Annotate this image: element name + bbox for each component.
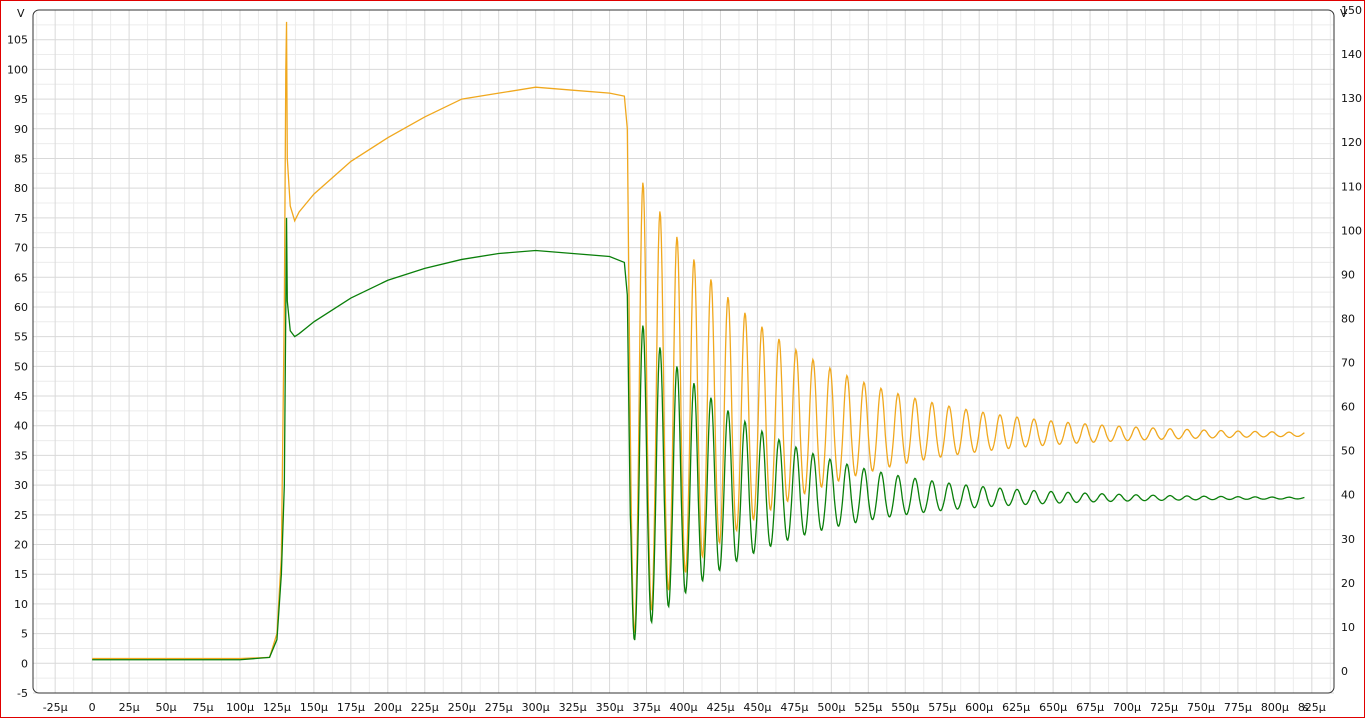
y-left-tick-label: 30 [14, 479, 28, 492]
x-tick-label: 400µ [670, 701, 698, 714]
x-tick-label: 75µ [193, 701, 214, 714]
y-right-tick-label: 100 [1341, 224, 1362, 237]
x-tick-label: 25µ [119, 701, 140, 714]
x-tick-label: 775µ [1224, 701, 1252, 714]
x-tick-label: 450µ [743, 701, 771, 714]
y-right-tick-label: 20 [1341, 577, 1355, 590]
x-tick-label: 800µ [1261, 701, 1289, 714]
x-tick-label: 650µ [1039, 701, 1067, 714]
x-tick-label: 725µ [1150, 701, 1178, 714]
x-tick-label: 225µ [411, 701, 439, 714]
x-tick-label: 300µ [522, 701, 550, 714]
x-tick-label: 625µ [1002, 701, 1030, 714]
y-right-tick-labels: 0102030405060708090100110120130140150 [1341, 4, 1362, 678]
x-tick-label: 175µ [337, 701, 365, 714]
x-tick-label: 500µ [817, 701, 845, 714]
x-tick-label: 275µ [485, 701, 513, 714]
y-left-tick-label: 50 [14, 360, 28, 373]
y-left-tick-label: 25 [14, 509, 28, 522]
y-left-tick-label: 60 [14, 301, 28, 314]
x-tick-label: 200µ [374, 701, 402, 714]
right-axis-unit: V [1340, 7, 1348, 20]
x-axis-unit: s [1303, 701, 1309, 714]
y-right-tick-label: 70 [1341, 357, 1355, 370]
y-right-tick-label: 120 [1341, 136, 1362, 149]
y-left-tick-label: 5 [21, 628, 28, 641]
y-left-tick-label: 20 [14, 539, 28, 552]
x-tick-label: 550µ [891, 701, 919, 714]
y-right-tick-label: 50 [1341, 445, 1355, 458]
y-left-tick-label: 85 [14, 152, 28, 165]
x-tick-label: 675µ [1076, 701, 1104, 714]
y-left-tick-label: 35 [14, 449, 28, 462]
y-right-tick-label: 90 [1341, 268, 1355, 281]
series-line-1 [92, 21, 1305, 660]
x-tick-label: 425µ [706, 701, 734, 714]
y-right-tick-label: 0 [1341, 665, 1348, 678]
x-tick-label: 50µ [156, 701, 177, 714]
x-tick-label: -25µ [43, 701, 68, 714]
series-layer [92, 21, 1305, 661]
y-left-tick-label: 100 [7, 63, 28, 76]
y-right-tick-label: 10 [1341, 621, 1355, 634]
y-left-tick-label: 0 [21, 657, 28, 670]
y-left-tick-label: 95 [14, 93, 28, 106]
x-tick-label: 475µ [780, 701, 808, 714]
x-tick-label: 375µ [633, 701, 661, 714]
x-tick-label: 0 [89, 701, 96, 714]
x-tick-label: 750µ [1187, 701, 1215, 714]
y-right-tick-label: 30 [1341, 533, 1355, 546]
x-tick-label: 100µ [226, 701, 254, 714]
y-right-tick-label: 60 [1341, 401, 1355, 414]
x-tick-labels: -25µ 0 25µ 50µ 75µ 100µ 125µ 150µ 175µ 200µ 225µ 25… [43, 701, 1326, 714]
y-right-tick-label: 80 [1341, 312, 1355, 325]
y-left-tick-label: 105 [7, 34, 28, 47]
x-tick-label: 700µ [1113, 701, 1141, 714]
y-left-tick-label: 40 [14, 420, 28, 433]
y-right-tick-label: 140 [1341, 48, 1362, 61]
y-left-tick-label: 10 [14, 598, 28, 611]
y-right-tick-label: 110 [1341, 180, 1362, 193]
y-left-tick-label: 90 [14, 123, 28, 136]
x-tick-label: 150µ [300, 701, 328, 714]
y-left-tick-label: 75 [14, 212, 28, 225]
x-tick-label: 325µ [559, 701, 587, 714]
x-tick-label: 575µ [928, 701, 956, 714]
y-left-tick-label: 70 [14, 242, 28, 255]
y-left-tick-labels: -5 0 5 10 15 20 25 30 35 40 45 50 55 60 65 70 75 80 85 90 95… [7, 34, 28, 700]
y-left-tick-label: -5 [17, 687, 28, 700]
voltage-chart: -5 0 5 10 15 20 25 30 35 40 45 50 55 60 65 70 75 80 85 90 95… [7, 4, 1362, 714]
y-left-tick-label: 15 [14, 568, 28, 581]
left-axis-unit: V [17, 7, 25, 20]
y-right-tick-label: 40 [1341, 489, 1355, 502]
x-tick-label: 250µ [448, 701, 476, 714]
y-right-tick-label: 130 [1341, 92, 1362, 105]
x-tick-label: 600µ [965, 701, 993, 714]
y-left-tick-label: 55 [14, 331, 28, 344]
x-tick-label: 350µ [596, 701, 624, 714]
y-left-tick-label: 45 [14, 390, 28, 403]
y-left-tick-label: 80 [14, 182, 28, 195]
y-left-tick-label: 65 [14, 271, 28, 284]
x-tick-label: 525µ [854, 701, 882, 714]
x-tick-label: 125µ [263, 701, 291, 714]
